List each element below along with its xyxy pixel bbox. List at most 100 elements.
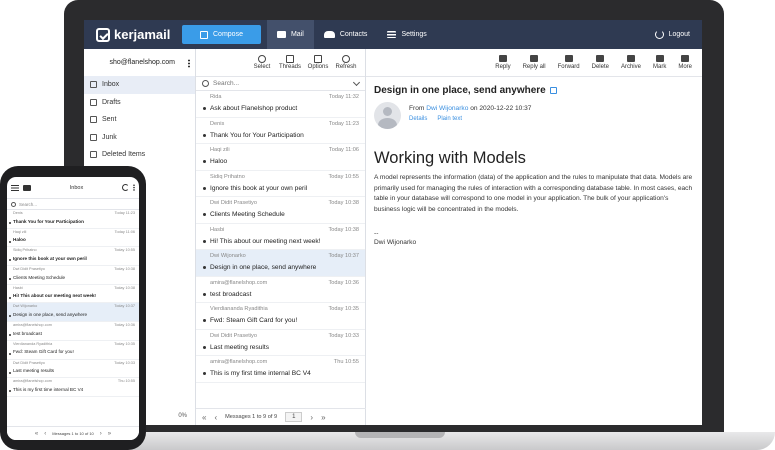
message-time: Today 10:33 xyxy=(328,332,359,339)
list-item-selected[interactable]: Dwi Wijonarko Today 10:37 Design in one p… xyxy=(196,250,365,277)
phone-header: Inbox xyxy=(7,177,139,199)
nav-mail[interactable]: Mail xyxy=(266,20,314,49)
bullet-icon xyxy=(9,390,11,393)
message-sender: Sidiq Prihatno xyxy=(13,248,37,253)
reply-all-button[interactable]: Reply all xyxy=(517,49,552,76)
list-item[interactable]: Hasbi Today 10:38 Hi! This about our meet… xyxy=(196,224,365,250)
more-button[interactable]: More xyxy=(672,49,698,76)
list-item[interactable]: amira@flanelshop.com Today 10:36 test bro… xyxy=(196,277,365,303)
select-button[interactable]: Select xyxy=(249,49,275,76)
send-icon xyxy=(90,116,97,124)
list-item[interactable]: Sidiq Prihatno Today 10:55 Ignore this bo… xyxy=(196,171,365,197)
list-item[interactable]: amira@flanelshop.com Today 10:36 test broa… xyxy=(7,322,139,341)
message-header: Design in one place, send anywhere From … xyxy=(366,76,702,129)
message-time: Today 10:55 xyxy=(328,173,359,180)
folder-junk[interactable]: Junk xyxy=(84,129,195,147)
list-item[interactable]: Vierdiananda Ryadithia Today 10:35 Fwd: S… xyxy=(196,303,365,330)
last-page-icon[interactable]: » xyxy=(321,413,325,422)
chevron-down-icon[interactable] xyxy=(352,78,361,86)
list-item[interactable]: Sidiq Prihatno Today 10:55 Ignore this boo… xyxy=(7,247,139,267)
forward-button[interactable]: Forward xyxy=(552,49,586,76)
search-input[interactable] xyxy=(213,80,350,87)
nav-settings[interactable]: Settings xyxy=(377,20,436,49)
options-button[interactable]: Options xyxy=(305,49,331,76)
folder-deleted[interactable]: Deleted Items xyxy=(84,146,195,164)
message-time: Thu 10:55 xyxy=(333,359,359,365)
more-icon[interactable] xyxy=(133,184,135,191)
message-sender: Haqi zili xyxy=(210,147,230,153)
logo[interactable]: kerjamail xyxy=(84,27,182,42)
mark-button[interactable]: Mark xyxy=(647,49,672,76)
menu-icon[interactable] xyxy=(11,184,19,191)
account-menu-icon[interactable] xyxy=(188,59,190,68)
logout-button[interactable]: Logout xyxy=(645,20,702,49)
reply-button[interactable]: Reply xyxy=(489,49,516,76)
list-item[interactable]: Dwi Didit Prasetiyo Today 10:38 Clients Me… xyxy=(7,266,139,285)
folder-sent[interactable]: Sent xyxy=(84,111,195,129)
list-item[interactable]: Vierdiananda Ryadithia Today 10:35 Fwd: St… xyxy=(7,341,139,360)
message-time: Thu 10:55 xyxy=(117,379,135,384)
prev-page-icon[interactable]: ‹ xyxy=(44,431,46,437)
list-item[interactable]: amira@flanelshop.com Thu 10:55 This is my … xyxy=(7,378,139,397)
list-item[interactable]: Dwi Didit Prasetiyo Today 10:33 Last meeti… xyxy=(7,360,139,379)
first-page-icon[interactable]: « xyxy=(35,431,38,437)
sender-link[interactable]: Dwi Wijonarko xyxy=(426,105,468,112)
account-email: sho@flanelshop.com xyxy=(109,59,175,66)
reading-pane: Reply Reply all Forward Delete Archive M… xyxy=(366,49,702,425)
bullet-icon xyxy=(9,259,11,262)
plain-text-link[interactable]: Plain text xyxy=(437,116,462,122)
refresh-button[interactable]: Refresh xyxy=(333,49,359,76)
folder-inbox[interactable]: Inbox xyxy=(84,76,195,94)
details-link[interactable]: Details xyxy=(409,116,427,122)
phone-frame: Inbox Search... Denis Today 11:23 Thank Yo… xyxy=(0,166,146,450)
message-subject: Hi! This about our meeting next week! xyxy=(13,293,96,299)
message-subject-heading: Design in one place, send anywhere xyxy=(374,85,694,96)
subject-text: Design in one place, send anywhere xyxy=(374,85,546,96)
logout-label: Logout xyxy=(668,31,690,38)
list-item[interactable]: Hasbi Today 10:38 Hi! This about our meeti… xyxy=(7,285,139,304)
pagination: « ‹ Messages 1 to 9 of 9 1 › » xyxy=(196,408,366,425)
laptop-screen: kerjamail Compose Mail Contacts Settings… xyxy=(84,20,702,425)
bullet-icon xyxy=(203,345,206,349)
message-sender: Dwi Wijonarko xyxy=(13,304,38,309)
open-external-icon[interactable] xyxy=(549,87,557,94)
refresh-icon[interactable] xyxy=(122,184,129,191)
delete-button[interactable]: Delete xyxy=(586,49,615,76)
list-item[interactable]: Dwi Didit Prasetiyo Today 10:33 Last meet… xyxy=(196,330,365,356)
phone-search-bar[interactable]: Search... xyxy=(7,199,139,210)
message-sender: Denis xyxy=(210,120,225,127)
folder-icon[interactable] xyxy=(23,184,31,191)
next-page-icon[interactable]: › xyxy=(100,431,102,437)
message-time: Today 10:38 xyxy=(328,226,359,233)
power-icon xyxy=(654,30,664,39)
list-item[interactable]: Denis Today 11:23 Thank You for Your Part… xyxy=(196,118,365,144)
message-subject: Last meeting results xyxy=(210,343,270,351)
last-page-icon[interactable]: » xyxy=(108,431,111,437)
list-item[interactable]: Rida Today 11:32 Ask about Flanelshop pro… xyxy=(196,91,365,118)
message-time: Today 10:38 xyxy=(114,285,135,290)
laptop-notch xyxy=(355,432,445,438)
threads-button[interactable]: Threads xyxy=(277,49,303,76)
first-page-icon[interactable]: « xyxy=(202,413,206,422)
next-page-icon[interactable]: › xyxy=(310,413,313,422)
compose-button[interactable]: Compose xyxy=(182,25,261,44)
trash-icon xyxy=(596,55,605,62)
list-item[interactable]: amira@flanelshop.com Thu 10:55 This is my… xyxy=(196,356,365,383)
list-item-selected[interactable]: Dwi Wijonarko Today 10:37 Design in one pl… xyxy=(7,303,139,323)
page-number-input[interactable]: 1 xyxy=(285,412,303,422)
list-item[interactable]: Denis Today 11:23 Thank You for Your Parti… xyxy=(7,210,139,229)
archive-button[interactable]: Archive xyxy=(615,49,647,76)
bullet-icon xyxy=(9,315,11,318)
search-icon xyxy=(202,80,209,87)
bullet-icon xyxy=(9,371,11,374)
folder-label: Inbox xyxy=(102,81,120,89)
list-item[interactable]: Dwi Didit Prasetiyo Today 10:38 Clients M… xyxy=(196,197,365,224)
folder-drafts[interactable]: Drafts xyxy=(84,94,195,112)
bullet-icon xyxy=(9,296,11,299)
prev-page-icon[interactable]: ‹ xyxy=(214,413,217,422)
list-item[interactable]: Haqi zili Today 11:06 Haloo xyxy=(196,144,365,171)
message-sender: Sidiq Prihatno xyxy=(210,173,245,180)
nav-contacts[interactable]: Contacts xyxy=(314,20,378,49)
list-item[interactable]: Haqi zili Today 11:06 Haloo xyxy=(7,229,139,248)
message-subject: Thank You for Your Participation xyxy=(13,218,84,224)
